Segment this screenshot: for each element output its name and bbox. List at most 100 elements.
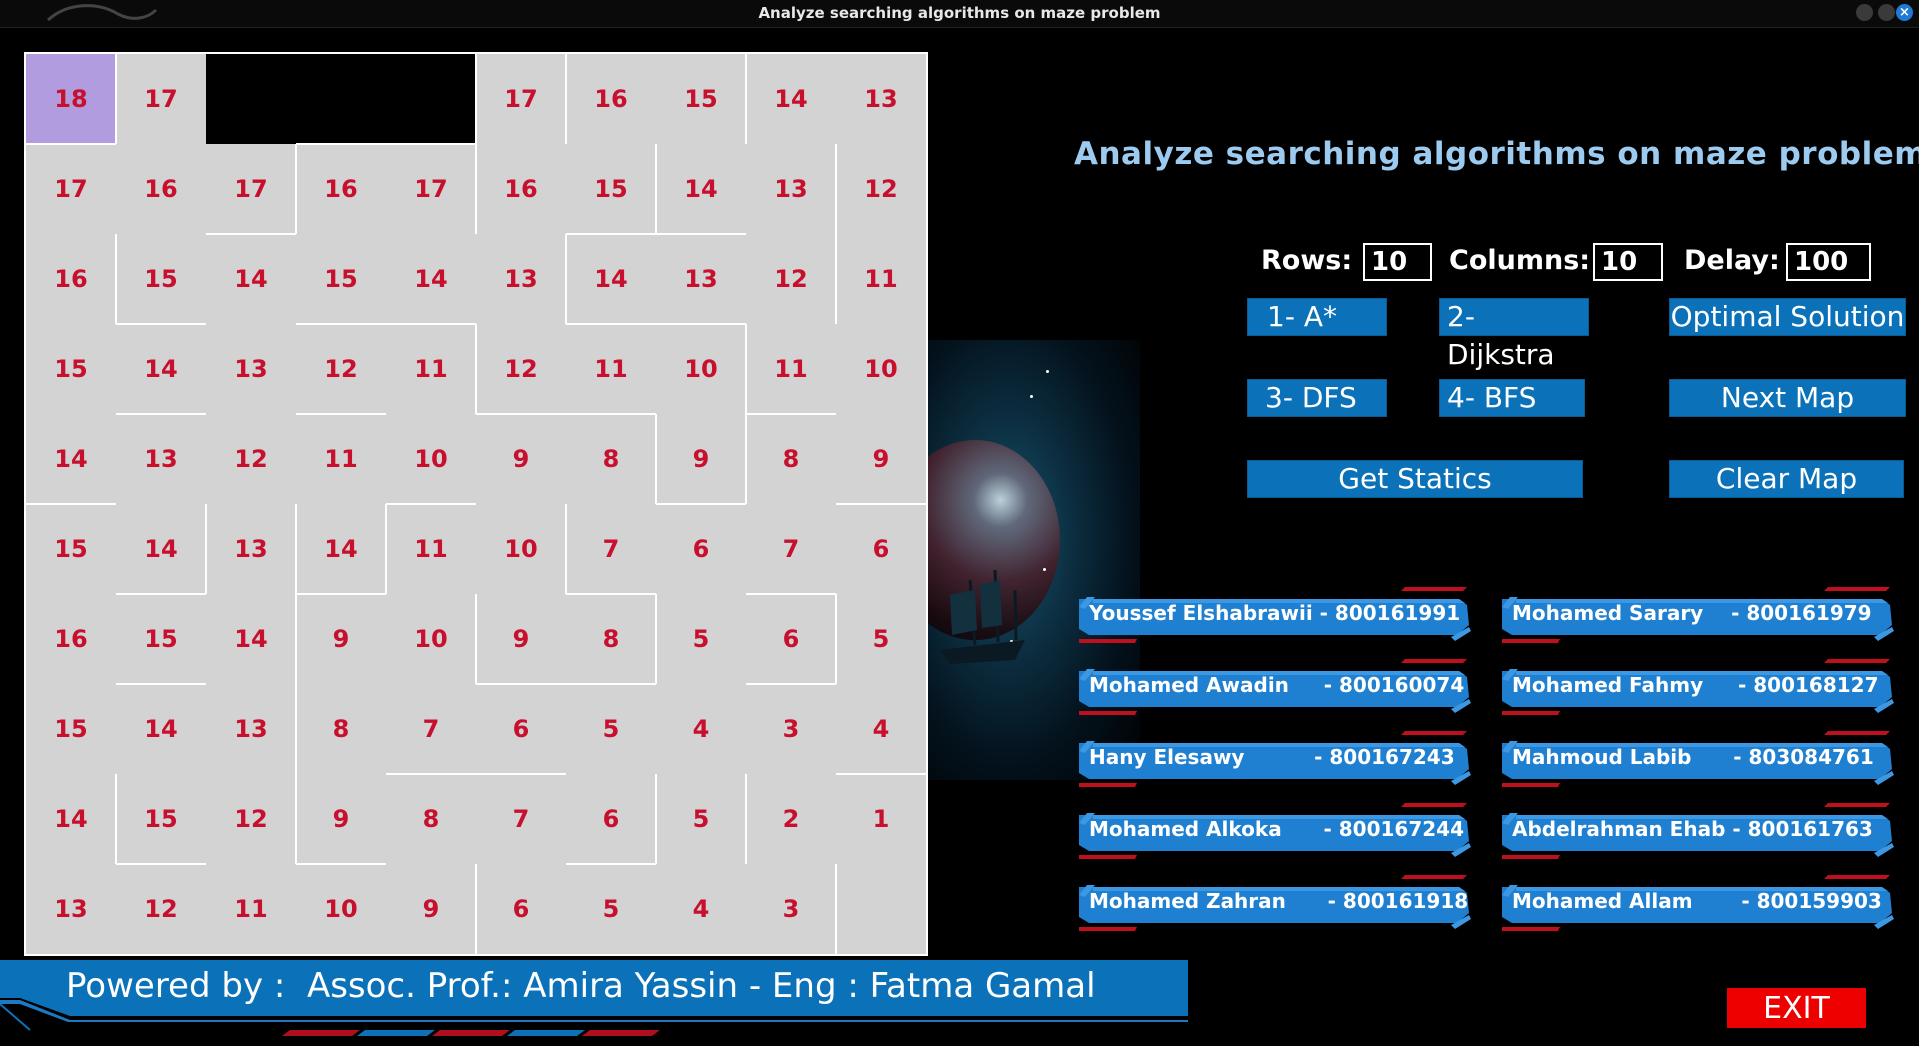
maze-grid[interactable]: 18 17 17 16 15 14 13 17 16 17 16 17 16 15 14 13 12 16 15 14… [24, 52, 928, 956]
maze-cell[interactable]: 12 [746, 234, 836, 324]
maze-cell[interactable]: 12 [476, 324, 566, 414]
maze-cell[interactable]: 14 [26, 414, 116, 504]
maze-cell[interactable]: 9 [476, 414, 566, 504]
astar-button[interactable]: 1- A* [1247, 298, 1387, 336]
dijkstra-button[interactable]: 2- Dijkstra [1439, 298, 1589, 371]
maze-cell[interactable]: 17 [206, 144, 296, 234]
maze-cell[interactable]: 8 [386, 774, 476, 864]
maze-cell[interactable]: 11 [746, 324, 836, 414]
maze-cell[interactable] [836, 864, 926, 954]
get-statics-button[interactable]: Get Statics [1247, 460, 1583, 498]
maze-cell[interactable]: 13 [206, 324, 296, 414]
maze-cell[interactable]: 14 [116, 504, 206, 594]
maze-cell[interactable]: 8 [296, 684, 386, 774]
maze-cell[interactable]: 14 [566, 234, 656, 324]
maze-cell[interactable]: 10 [476, 504, 566, 594]
maze-cell[interactable]: 15 [26, 324, 116, 414]
maze-cell[interactable]: 9 [386, 864, 476, 954]
maze-cell[interactable]: 9 [476, 594, 566, 684]
clear-map-button[interactable]: Clear Map [1669, 460, 1904, 498]
maze-cell[interactable]: 15 [116, 774, 206, 864]
maze-cell[interactable]: 14 [386, 234, 476, 324]
maze-cell[interactable]: 11 [206, 864, 296, 954]
bfs-button[interactable]: 4- BFS [1439, 379, 1585, 417]
maze-cell[interactable]: 12 [296, 324, 386, 414]
maze-cell[interactable]: 5 [566, 684, 656, 774]
maze-cell[interactable]: 15 [656, 54, 746, 144]
optimal-solution-button[interactable]: Optimal Solution [1669, 298, 1906, 336]
minimize-icon[interactable] [1856, 4, 1873, 21]
maze-cell[interactable]: 10 [836, 324, 926, 414]
maze-cell[interactable]: 3 [746, 864, 836, 954]
maze-cell[interactable]: 11 [836, 234, 926, 324]
maze-cell[interactable]: 10 [386, 594, 476, 684]
maze-cell[interactable]: 9 [836, 414, 926, 504]
maze-cell[interactable]: 14 [116, 324, 206, 414]
maze-cell[interactable]: 15 [26, 504, 116, 594]
maze-cell[interactable]: 9 [656, 414, 746, 504]
rows-input[interactable] [1363, 243, 1432, 281]
maximize-icon[interactable] [1878, 4, 1895, 21]
maze-cell[interactable]: 15 [296, 234, 386, 324]
exit-button[interactable]: EXIT [1727, 988, 1866, 1028]
maze-cell[interactable]: 13 [476, 234, 566, 324]
maze-cell[interactable]: 15 [116, 234, 206, 324]
maze-cell[interactable]: 13 [116, 414, 206, 504]
maze-cell[interactable]: 16 [116, 144, 206, 234]
maze-cell[interactable]: 7 [746, 504, 836, 594]
maze-cell[interactable]: 5 [656, 774, 746, 864]
maze-cell[interactable]: 14 [656, 144, 746, 234]
maze-cell[interactable]: 13 [836, 54, 926, 144]
maze-cell[interactable]: 14 [746, 54, 836, 144]
maze-cell[interactable]: 14 [116, 684, 206, 774]
maze-cell[interactable]: 17 [476, 54, 566, 144]
maze-cell[interactable]: 13 [656, 234, 746, 324]
dfs-button[interactable]: 3- DFS [1247, 379, 1387, 417]
maze-cell[interactable]: 17 [116, 54, 206, 144]
maze-cell[interactable]: 6 [746, 594, 836, 684]
maze-cell[interactable]: 4 [836, 684, 926, 774]
maze-cell[interactable]: 11 [386, 324, 476, 414]
maze-cell[interactable]: 7 [476, 774, 566, 864]
maze-cell[interactable]: 5 [656, 594, 746, 684]
maze-cell[interactable]: 12 [116, 864, 206, 954]
maze-cell[interactable]: 17 [26, 144, 116, 234]
maze-blocked-cells[interactable] [206, 54, 476, 144]
maze-cell[interactable]: 4 [656, 684, 746, 774]
next-map-button[interactable]: Next Map [1669, 379, 1906, 417]
maze-cell[interactable]: 7 [566, 504, 656, 594]
maze-cell[interactable]: 3 [746, 684, 836, 774]
maze-cell[interactable]: 6 [566, 774, 656, 864]
maze-cell[interactable]: 9 [296, 594, 386, 684]
maze-cell[interactable]: 16 [26, 594, 116, 684]
maze-cell[interactable]: 12 [206, 414, 296, 504]
maze-cell[interactable]: 15 [566, 144, 656, 234]
maze-cell[interactable]: 10 [386, 414, 476, 504]
maze-cell[interactable]: 9 [296, 774, 386, 864]
maze-cell[interactable]: 13 [746, 144, 836, 234]
maze-cell[interactable]: 13 [26, 864, 116, 954]
maze-cell[interactable]: 8 [566, 594, 656, 684]
maze-cell[interactable]: 10 [296, 864, 386, 954]
delay-input[interactable] [1786, 243, 1871, 281]
maze-cell[interactable]: 6 [836, 504, 926, 594]
maze-cell[interactable]: 10 [656, 324, 746, 414]
maze-cell[interactable]: 13 [206, 684, 296, 774]
maze-cell[interactable]: 16 [26, 234, 116, 324]
maze-cell[interactable]: 14 [206, 234, 296, 324]
maze-cell[interactable]: 16 [476, 144, 566, 234]
maze-cell[interactable]: 6 [476, 684, 566, 774]
maze-cell[interactable]: 16 [566, 54, 656, 144]
maze-cell[interactable]: 11 [296, 414, 386, 504]
maze-cell[interactable]: 18 [26, 54, 116, 144]
maze-cell[interactable]: 12 [836, 144, 926, 234]
maze-cell[interactable]: 11 [386, 504, 476, 594]
maze-cell[interactable]: 14 [206, 594, 296, 684]
maze-cell[interactable]: 11 [566, 324, 656, 414]
maze-cell[interactable]: 14 [296, 504, 386, 594]
maze-cell[interactable]: 5 [836, 594, 926, 684]
maze-cell[interactable]: 17 [386, 144, 476, 234]
close-icon[interactable]: × [1896, 4, 1913, 21]
maze-cell[interactable]: 6 [476, 864, 566, 954]
maze-cell[interactable]: 1 [836, 774, 926, 864]
